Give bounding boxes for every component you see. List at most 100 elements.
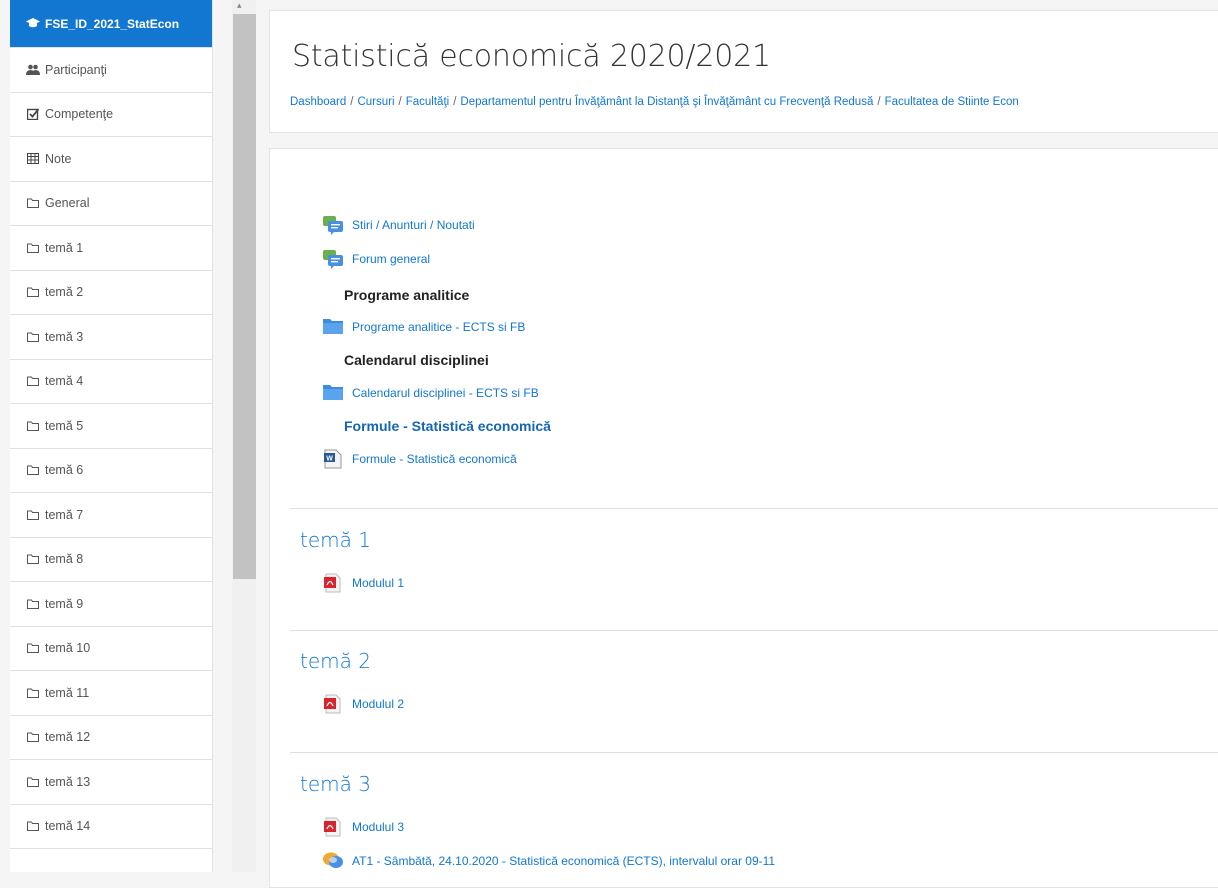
word-document-icon: W [322, 449, 344, 469]
folder-icon [26, 777, 40, 787]
nav-item-tema-14[interactable]: temă 14 [10, 805, 212, 849]
section-divider [290, 752, 1218, 753]
section-title-tema-1[interactable]: temă 1 [300, 528, 371, 552]
graduation-cap-icon [26, 18, 40, 29]
forum-icon [322, 249, 344, 269]
breadcrumb-separator: / [398, 96, 402, 108]
nav-item-label: General [45, 196, 90, 211]
users-icon [26, 64, 40, 76]
nav-item-tema-12[interactable]: temă 12 [10, 716, 212, 760]
activity-link[interactable]: Modulul 2 [352, 697, 404, 711]
nav-scrollbar-thumb[interactable] [233, 14, 256, 579]
section-divider [290, 508, 1218, 509]
nav-item-competencies[interactable]: Competenţe [10, 93, 212, 137]
folder-icon [26, 821, 40, 832]
nav-item-tema-5[interactable]: temă 5 [10, 404, 212, 449]
folder-icon [26, 243, 40, 253]
nav-item-label: temă 11 [45, 685, 90, 700]
nav-item-label: Competenţe [45, 107, 114, 122]
breadcrumb-facultati[interactable]: Facultăţi [406, 96, 449, 108]
activity-modulul-2[interactable]: Modulul 2 [322, 694, 404, 714]
breadcrumb-facultatea[interactable]: Facultatea de Stiinte Econ [885, 96, 1019, 108]
activity-link[interactable]: AT1 - Sâmbătă, 24.10.2020 - Statistică e… [352, 854, 775, 868]
folder-icon [26, 421, 40, 431]
folder-icon [26, 732, 40, 743]
nav-item-tema-13[interactable]: temă 13 [10, 760, 212, 805]
label-formule: Formule - Statistică economică [344, 418, 551, 434]
nav-item-label: temă 10 [45, 641, 91, 656]
activity-link[interactable]: Programe analitice - ECTS si FB [352, 320, 525, 334]
nav-item-label: temă 14 [45, 819, 91, 834]
nav-item-tema-10[interactable]: temă 10 [10, 627, 212, 671]
section-divider [290, 630, 1218, 631]
svg-text:W: W [326, 456, 333, 463]
activity-link[interactable]: Forum general [352, 252, 430, 266]
label-calendarul-disciplinei: Calendarul disciplinei [344, 352, 489, 368]
nav-item-tema-7[interactable]: temă 7 [10, 493, 212, 538]
section-title-tema-3[interactable]: temă 3 [300, 772, 371, 796]
activity-link[interactable]: Modulul 3 [352, 820, 404, 834]
pdf-icon [322, 817, 344, 837]
breadcrumb-departament[interactable]: Departamentul pentru Învăţământ la Dista… [460, 96, 873, 108]
activity-link[interactable]: Stiri / Anunturi / Noutati [352, 218, 475, 232]
nav-item-tema-11[interactable]: temă 11 [10, 671, 212, 716]
nav-item-tema-3[interactable]: temă 3 [10, 315, 212, 360]
activity-modulul-3[interactable]: Modulul 3 [322, 817, 404, 837]
nav-item-general[interactable]: General [10, 182, 212, 226]
activity-chat-at1[interactable]: AT1 - Sâmbătă, 24.10.2020 - Statistică e… [322, 851, 775, 871]
nav-item-label: temă 5 [45, 418, 84, 433]
folder-icon [322, 383, 344, 403]
nav-item-tema-9[interactable]: temă 9 [10, 582, 212, 627]
nav-item-tema-2[interactable]: temă 2 [10, 271, 212, 315]
nav-item-label: temă 1 [45, 240, 84, 255]
nav-item-label: Participanţi [45, 62, 107, 77]
scroll-up-arrow-icon[interactable]: ▴ [237, 0, 242, 11]
nav-item-tema-1[interactable]: temă 1 [10, 226, 212, 271]
label-programe-analitice: Programe analitice [344, 287, 470, 303]
activity-folder-programe[interactable]: Programe analitice - ECTS si FB [322, 317, 525, 337]
nav-item-tema-4[interactable]: temă 4 [10, 360, 212, 404]
breadcrumb: Dashboard / Cursuri / Facultăţi / Departamentu… [290, 96, 1019, 108]
folder-icon [26, 287, 40, 298]
pdf-icon [322, 694, 344, 714]
nav-item-label: FSE_ID_2021_StatEcon [45, 16, 180, 31]
folder-icon [26, 465, 40, 476]
breadcrumb-separator: / [453, 96, 457, 108]
chat-icon [322, 851, 344, 871]
nav-item-label: temă 12 [45, 730, 91, 745]
section-title-tema-2[interactable]: temă 2 [300, 649, 371, 673]
activity-link[interactable]: Calendarul disciplinei - ECTS si FB [352, 386, 539, 400]
folder-icon [26, 643, 40, 654]
table-icon [26, 153, 40, 165]
folder-icon [322, 317, 344, 337]
nav-item-course[interactable]: FSE_ID_2021_StatEcon [10, 0, 212, 48]
breadcrumb-cursuri[interactable]: Cursuri [357, 96, 394, 108]
nav-item-label: temă 7 [45, 507, 84, 522]
nav-item-label: temă 3 [45, 329, 84, 344]
forum-icon [322, 215, 344, 235]
nav-item-label: temă 6 [45, 463, 84, 478]
activity-link[interactable]: Modulul 1 [352, 576, 404, 590]
checkbox-icon [26, 108, 40, 121]
folder-icon [26, 599, 40, 609]
nav-item-participants[interactable]: Participanţi [10, 48, 212, 93]
nav-item-tema-8[interactable]: temă 8 [10, 538, 212, 582]
course-nav-drawer: FSE_ID_2021_StatEcon Participanţi Compet… [10, 0, 213, 872]
activity-forum-stiri[interactable]: Stiri / Anunturi / Noutati [322, 215, 475, 235]
activity-folder-calendar[interactable]: Calendarul disciplinei - ECTS si FB [322, 383, 539, 403]
nav-item-grades[interactable]: Note [10, 137, 212, 182]
nav-item-label: temă 4 [45, 374, 84, 389]
activity-link[interactable]: Formule - Statistică economică [352, 452, 517, 466]
nav-item-label: temă 9 [45, 596, 84, 611]
nav-item-tema-6[interactable]: temă 6 [10, 449, 212, 493]
folder-icon [26, 198, 40, 209]
nav-item-label: Note [45, 151, 72, 166]
nav-item-label: temă 8 [45, 552, 84, 567]
page-header: Statistică economică 2020/2021 Dashboard… [269, 10, 1218, 133]
folder-icon [26, 332, 40, 342]
activity-forum-general[interactable]: Forum general [322, 249, 430, 269]
activity-modulul-1[interactable]: Modulul 1 [322, 573, 404, 593]
activity-file-formule[interactable]: W Formule - Statistică economică [322, 449, 517, 469]
folder-icon [26, 376, 40, 387]
breadcrumb-dashboard[interactable]: Dashboard [290, 96, 346, 108]
